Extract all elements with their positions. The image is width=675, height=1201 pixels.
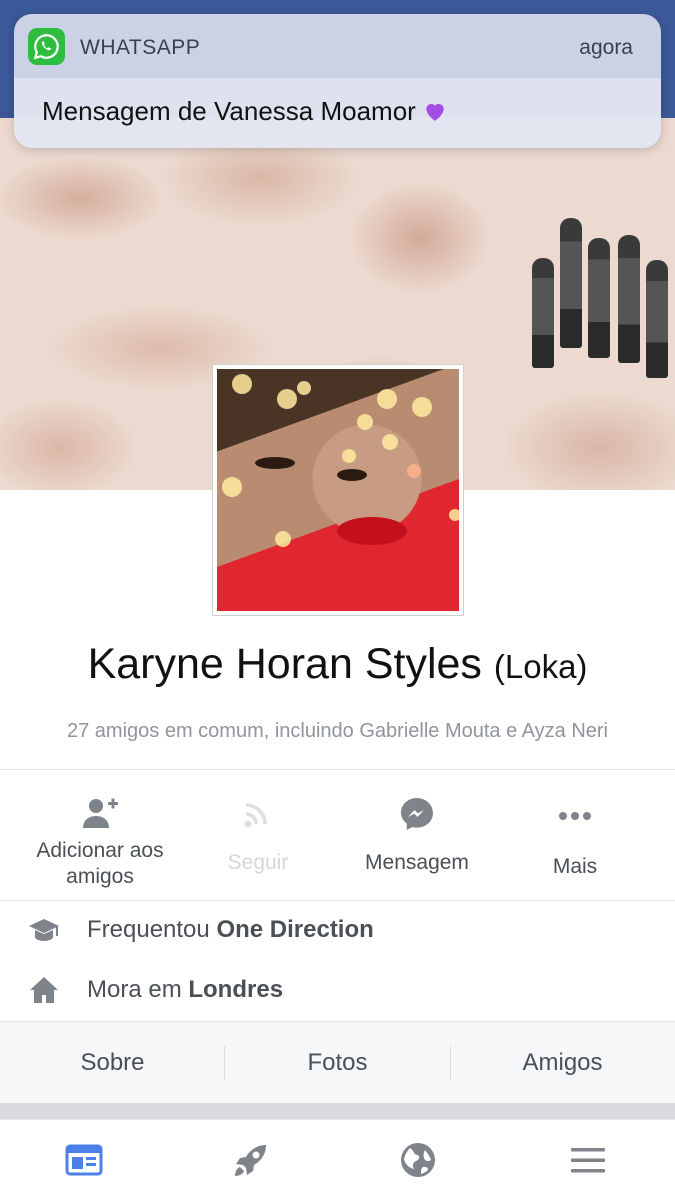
location-prefix: Mora em bbox=[87, 976, 182, 1003]
education-prefix: Frequentou bbox=[87, 916, 210, 943]
rss-follow-icon bbox=[244, 803, 267, 828]
purple-heart-icon bbox=[426, 103, 444, 121]
more-label: Mais bbox=[552, 855, 598, 878]
section-gap bbox=[0, 1103, 675, 1119]
add-friend-icon bbox=[83, 798, 118, 828]
messenger-icon bbox=[401, 798, 433, 830]
follow-label: Seguir bbox=[227, 851, 289, 874]
info-education[interactable]: Frequentou One Direction bbox=[0, 900, 675, 960]
band-image bbox=[520, 188, 675, 388]
notification-header: WHATSAPP agora bbox=[14, 14, 661, 78]
profile-actions: Adicionar aos amigos Seguir Mensagem Mai… bbox=[0, 770, 675, 900]
whatsapp-icon bbox=[28, 28, 65, 65]
education-value[interactable]: One Direction bbox=[216, 916, 373, 943]
message-label: Mensagem bbox=[365, 851, 469, 874]
notification-app-name: WHATSAPP bbox=[80, 36, 201, 59]
rocket-icon[interactable] bbox=[231, 1140, 271, 1180]
add-friend-label-1: Adicionar aos bbox=[36, 839, 164, 862]
profile-name-text: Karyne Horan Styles bbox=[87, 640, 482, 688]
notification-time: agora bbox=[579, 36, 633, 59]
add-friend-label-2: amigos bbox=[66, 865, 134, 888]
notification-body: Mensagem de Vanessa Moamor bbox=[14, 78, 661, 148]
profile-nickname: (Loka) bbox=[493, 648, 588, 685]
globe-icon[interactable] bbox=[398, 1140, 438, 1180]
profile-tabs: Sobre Fotos Amigos bbox=[0, 1021, 675, 1104]
more-dots-icon bbox=[559, 812, 591, 820]
info-location[interactable]: Mora em Londres bbox=[0, 960, 675, 1020]
add-friend-button[interactable]: Adicionar aos amigos bbox=[20, 770, 180, 900]
location-value[interactable]: Londres bbox=[188, 976, 283, 1003]
tab-friends[interactable]: Amigos bbox=[450, 1022, 675, 1104]
bottom-nav bbox=[0, 1119, 675, 1201]
notification-message: Mensagem de Vanessa Moamor bbox=[42, 96, 448, 127]
tab-photos[interactable]: Fotos bbox=[225, 1022, 450, 1104]
whatsapp-notification[interactable]: WHATSAPP agora Mensagem de Vanessa Moamo… bbox=[14, 14, 661, 148]
mutual-friends[interactable]: 27 amigos em comum, incluindo Gabrielle … bbox=[0, 720, 675, 743]
notification-message-text: Mensagem de Vanessa Moamor bbox=[42, 96, 416, 126]
profile-name: Karyne Horan Styles (Loka) bbox=[0, 640, 675, 689]
graduation-cap-icon bbox=[29, 919, 59, 941]
news-feed-icon[interactable] bbox=[64, 1140, 104, 1180]
education-text: Frequentou One Direction bbox=[87, 916, 374, 944]
location-text: Mora em Londres bbox=[87, 976, 283, 1004]
profile-picture[interactable] bbox=[212, 364, 464, 616]
menu-icon[interactable] bbox=[568, 1140, 608, 1180]
follow-button[interactable]: Seguir bbox=[178, 770, 338, 900]
profile-photo bbox=[217, 369, 459, 611]
home-icon bbox=[30, 977, 58, 1003]
message-button[interactable]: Mensagem bbox=[337, 770, 497, 900]
more-button[interactable]: Mais bbox=[495, 770, 655, 900]
tab-about[interactable]: Sobre bbox=[0, 1022, 225, 1104]
